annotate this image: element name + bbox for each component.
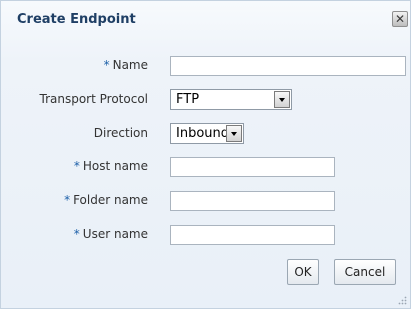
- direction-label-text: Direction: [93, 126, 148, 140]
- dialog-title: Create Endpoint: [17, 12, 136, 27]
- host-name-label: * Host name: [0, 159, 148, 173]
- user-name-label-text: User name: [82, 227, 148, 241]
- chevron-down-icon[interactable]: [274, 91, 290, 108]
- close-icon[interactable]: ✕: [392, 11, 408, 27]
- chevron-down-icon[interactable]: [226, 125, 242, 142]
- required-marker: *: [103, 58, 110, 72]
- transport-protocol-label: Transport Protocol: [0, 92, 148, 106]
- transport-protocol-value: FTP: [176, 92, 200, 107]
- direction-label: Direction: [0, 126, 148, 140]
- host-name-input[interactable]: [170, 157, 335, 177]
- folder-name-label: * Folder name: [0, 193, 148, 207]
- transport-protocol-select[interactable]: FTP: [170, 89, 292, 110]
- direction-value: Inbound: [176, 126, 230, 141]
- name-label: * Name: [0, 58, 148, 72]
- name-label-text: Name: [112, 58, 148, 72]
- required-marker: *: [64, 193, 71, 207]
- required-marker: *: [73, 159, 80, 173]
- user-name-label: * User name: [0, 227, 148, 241]
- folder-name-input[interactable]: [170, 191, 335, 211]
- direction-select[interactable]: Inbound: [170, 123, 244, 144]
- folder-name-label-text: Folder name: [73, 193, 148, 207]
- cancel-button[interactable]: Cancel: [334, 259, 396, 285]
- dialog-titlebar[interactable]: Create Endpoint ✕: [1, 1, 410, 41]
- required-marker: *: [73, 227, 80, 241]
- ok-button[interactable]: OK: [287, 259, 319, 285]
- resize-grip-icon[interactable]: [397, 295, 407, 305]
- transport-protocol-label-text: Transport Protocol: [39, 92, 148, 106]
- host-name-label-text: Host name: [82, 159, 148, 173]
- user-name-input[interactable]: [170, 225, 335, 245]
- create-endpoint-dialog: Create Endpoint ✕ * Name Transport Protoc…: [0, 0, 411, 309]
- name-input[interactable]: [170, 56, 406, 76]
